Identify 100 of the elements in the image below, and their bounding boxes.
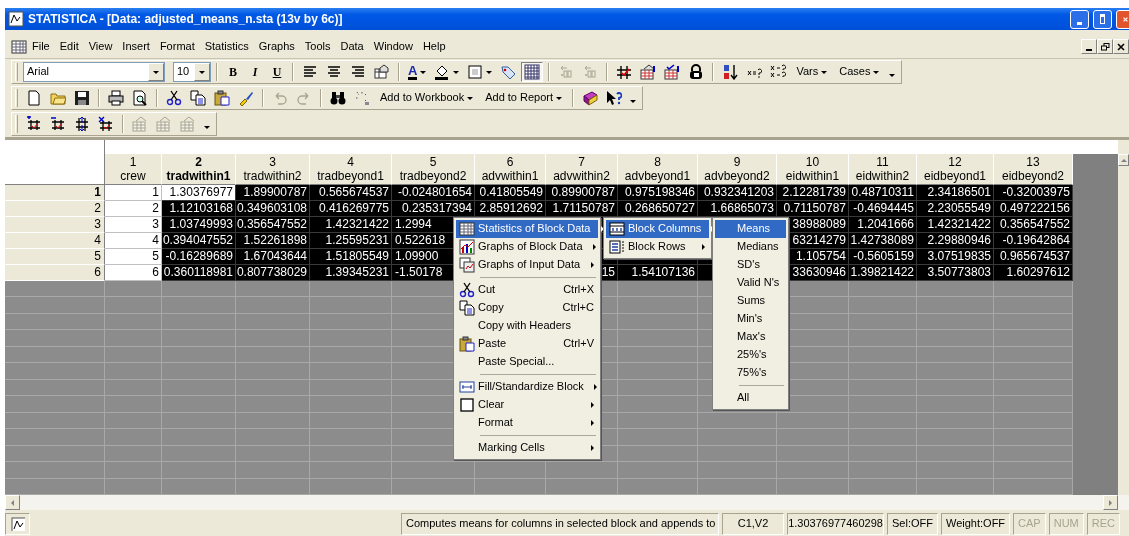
menu-item[interactable]: Graphs [253, 39, 300, 54]
table-cell: -0.024801654 [392, 185, 475, 201]
table-cell: 2.29880946 [917, 233, 994, 249]
table-cell: 0.807738029 [236, 265, 310, 281]
menu-item[interactable]: Graphs of Block Data [456, 238, 598, 256]
menu-item[interactable]: Tools [299, 39, 336, 54]
menu-item[interactable]: Min's [715, 310, 786, 328]
menu-item[interactable]: Help [417, 39, 451, 54]
column-header[interactable]: 8 advbeyond1 [618, 154, 698, 185]
font-size-dropdown[interactable]: 10 [173, 62, 211, 82]
menu-item[interactable]: Fill/Standardize Block [456, 378, 598, 396]
underline-button[interactable]: U [267, 62, 287, 82]
menu-item[interactable]: Copy with Headers [456, 317, 598, 335]
table-cell: 1.25595231 [310, 233, 392, 249]
row-header[interactable]: 4 [5, 233, 105, 249]
table-cell: 0.975198346 [618, 185, 698, 201]
table-cell: -0.19642864 [994, 233, 1073, 249]
dropdown-menu-button[interactable]: Vars [791, 62, 833, 82]
table-cell: 6 [105, 265, 162, 281]
table-cell: 0.416269775 [310, 201, 392, 217]
italic-button[interactable]: I [245, 62, 265, 82]
menu-item[interactable]: File [27, 39, 55, 54]
table-cell: 0.349603108 [236, 201, 310, 217]
window-title: STATISTICA - [Data: adjusted_means_n.sta (13v by 6c)] [28, 11, 344, 27]
column-header[interactable]: 2 tradwithin1 [162, 154, 236, 185]
column-header[interactable]: 7 advwithin2 [546, 154, 618, 185]
status-message: Computes means for columns in selected block and appends to [401, 513, 720, 535]
menu-item[interactable]: Paste Special... [456, 353, 598, 371]
row-header[interactable]: 5 [5, 249, 105, 265]
column-header[interactable]: 6 advwithin1 [475, 154, 546, 185]
table-cell: -0.4694445 [849, 201, 917, 217]
menu-item[interactable]: Sums [715, 292, 786, 310]
menu-item[interactable]: All [715, 389, 786, 407]
table-cell: 0.235317394 [392, 201, 475, 217]
font-color-button[interactable]: A [405, 62, 430, 82]
menu-item[interactable]: Max's [715, 328, 786, 346]
dropdown-menu-button[interactable]: Add to Report [480, 88, 568, 108]
table-cell: 2.34186501 [917, 185, 994, 201]
menu-item[interactable]: Window [368, 39, 418, 54]
column-header[interactable]: 1 crew [105, 154, 162, 185]
table-cell: 0.360118981 [162, 265, 236, 281]
table-cell: 1.30376977 [162, 185, 236, 201]
column-header[interactable]: 13 eidbeyond2 [994, 154, 1073, 185]
table-cell: 2.23055549 [917, 201, 994, 217]
bold-button[interactable]: B [223, 62, 243, 82]
menu-item[interactable]: View [83, 39, 118, 54]
dropdown-menu-button[interactable]: Add to Workbook [375, 88, 479, 108]
table-cell: 0.41805549 [475, 185, 546, 201]
column-header[interactable]: 9 advbeyond2 [698, 154, 777, 185]
dropdown-menu-button[interactable]: Cases [834, 62, 885, 82]
table-cell: 0.71150787 [777, 201, 849, 217]
font-dropdown[interactable]: Arial [23, 62, 165, 82]
table-cell: 4 [105, 233, 162, 249]
table-cell: 1.2041666 [849, 217, 917, 233]
menu-item[interactable]: Insert [117, 39, 155, 54]
table-cell: 0.268650727 [618, 201, 698, 217]
table-cell: 1.60297612 [994, 265, 1073, 281]
table-cell: 1.39345231 [310, 265, 392, 281]
status-cell: C1,V2 [722, 513, 785, 535]
row-header[interactable]: 2 [5, 201, 105, 217]
menu-item[interactable]: Marking Cells [456, 439, 598, 457]
table-cell: 0.48710311 [849, 185, 917, 201]
table-cell: -0.32003975 [994, 185, 1073, 201]
row-header[interactable]: 1 [5, 185, 105, 201]
table-cell: 1.39821422 [849, 265, 917, 281]
menu-item[interactable]: Statistics [199, 39, 254, 54]
menu-item[interactable]: Clear [456, 396, 598, 414]
table-cell: 1.67043644 [236, 249, 310, 265]
row-header[interactable]: 3 [5, 217, 105, 233]
menu-item[interactable]: Cut Ctrl+X [456, 281, 598, 299]
menu-item[interactable]: 75%'s [715, 364, 786, 382]
column-header[interactable]: 12 eidbeyond1 [917, 154, 994, 185]
status-indicator: Sel:OFF [887, 513, 938, 535]
table-cell: 1.66865073 [698, 201, 777, 217]
menu-item[interactable]: Copy Ctrl+C [456, 299, 598, 317]
column-header[interactable]: 4 tradbeyond1 [310, 154, 392, 185]
table-cell: 5 [105, 249, 162, 265]
menu-item[interactable]: 25%'s [715, 346, 786, 364]
column-header[interactable]: 11 eidwithin2 [849, 154, 917, 185]
menu-item[interactable]: Block Rows [606, 238, 709, 256]
menu-item[interactable]: Edit [54, 39, 84, 54]
menu-item[interactable]: Format [456, 414, 598, 432]
row-header[interactable]: 6 [5, 265, 105, 281]
table-cell: -0.16289689 [162, 249, 236, 265]
table-cell: 1.42321422 [917, 217, 994, 233]
menu-item[interactable]: Block Columns [606, 220, 709, 238]
table-cell: 1.71150787 [546, 201, 618, 217]
menu-item[interactable]: Format [154, 39, 200, 54]
table-cell: 1.54107136 [618, 265, 698, 281]
table-cell: 0.497222156 [994, 201, 1073, 217]
status-indicator: Weight:OFF [941, 513, 1011, 535]
menu-item[interactable]: Paste Ctrl+V [456, 335, 598, 353]
menu-item[interactable]: Data [335, 39, 369, 54]
table-cell: 0.89900787 [546, 185, 618, 201]
column-header[interactable]: 10 eidwithin1 [777, 154, 849, 185]
menu-item[interactable]: Means [715, 220, 786, 238]
table-cell: 1.89900787 [236, 185, 310, 201]
table-cell: 2 [105, 201, 162, 217]
column-header[interactable]: 5 tradbeyond2 [392, 154, 475, 185]
column-header[interactable]: 3 tradwithin2 [236, 154, 310, 185]
